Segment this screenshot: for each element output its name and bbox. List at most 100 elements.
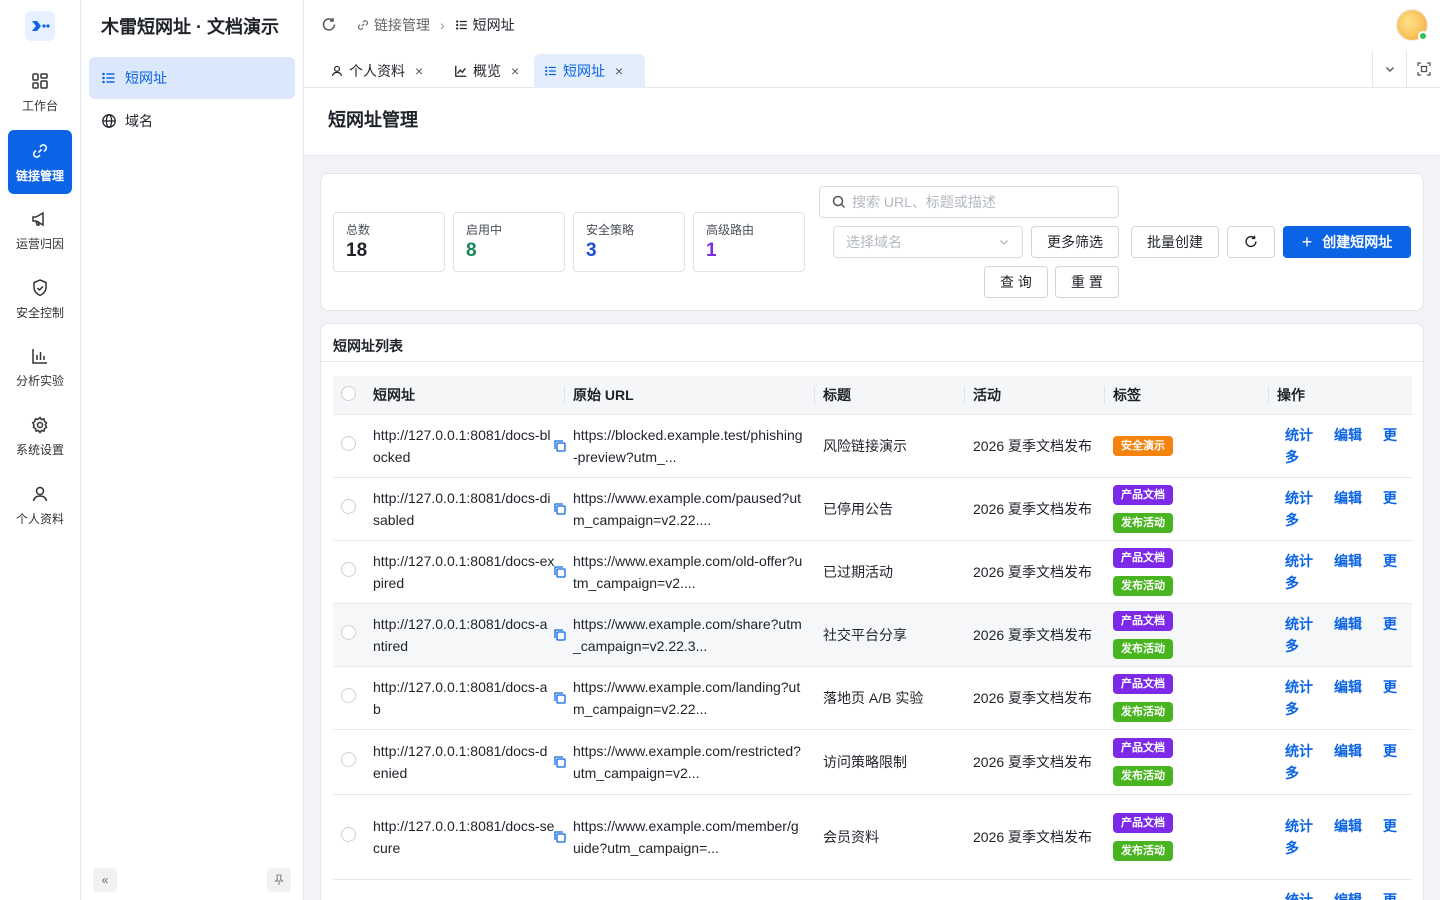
edit-link[interactable]: 编辑 [1334, 679, 1362, 695]
link-title: 访问策略限制 [823, 753, 907, 770]
short-url-cell: http://127.0.0.1:8081/docs-secure [365, 794, 565, 880]
stat-value: 1 [706, 240, 717, 261]
short-url[interactable]: http://127.0.0.1:8081/docs-denied [373, 743, 547, 781]
table-row: http://127.0.0.1:8081/docs-secure https:/… [333, 794, 1412, 880]
campaign-cell [965, 879, 1105, 900]
more-filters-button[interactable]: 更多筛选 [1031, 226, 1119, 258]
stats-link[interactable]: 统计 [1285, 743, 1313, 759]
edit-link[interactable]: 编辑 [1334, 553, 1362, 569]
short-url[interactable]: http://127.0.0.1:8081/docs-expired [373, 553, 554, 591]
select-all-checkbox[interactable] [341, 385, 356, 401]
rail-item-security[interactable]: 安全控制 [8, 267, 72, 331]
edit-link[interactable]: 编辑 [1334, 427, 1362, 443]
pin-button[interactable] [267, 868, 291, 892]
edit-link[interactable]: 编辑 [1334, 818, 1362, 834]
copy-icon[interactable] [553, 830, 567, 844]
copy-icon[interactable] [553, 691, 567, 705]
domain-select[interactable]: 选择域名 [833, 226, 1023, 258]
tags-cell: 产品文档 发布活动 [1105, 540, 1269, 604]
stats-link[interactable]: 统计 [1285, 679, 1313, 695]
chevron-down-icon [1000, 240, 1008, 245]
tab-dropdown-button[interactable] [1372, 50, 1406, 88]
row-checkbox[interactable] [341, 751, 356, 767]
table-row: http://127.0.0.1:8081/docs-antired https:… [333, 603, 1412, 667]
collapse-sidebar-button[interactable]: « [93, 868, 117, 892]
fullscreen-icon [1416, 62, 1431, 76]
copy-icon[interactable] [553, 439, 567, 453]
rail-item-analytics[interactable]: 分析实验 [8, 335, 72, 399]
chevron-down-icon [1385, 67, 1394, 72]
original-url-cell: https://www.example.com/restricted?utm_c… [554, 729, 815, 795]
reset-button[interactable]: 重 置 [1055, 266, 1119, 298]
tags-cell: 产品文档 发布活动 [1105, 666, 1269, 730]
query-button[interactable]: 查 询 [984, 266, 1048, 298]
app-logo-icon[interactable] [25, 11, 55, 41]
edit-link[interactable]: 编辑 [1334, 616, 1362, 632]
copy-icon[interactable] [553, 628, 567, 642]
tab-overview[interactable]: 概览 × [444, 54, 529, 88]
edit-link[interactable]: 编辑 [1334, 743, 1362, 759]
table-header-row: 短网址 原始 URL 标题 活动 标签 操作 [333, 376, 1412, 415]
short-url[interactable]: http://127.0.0.1:8081/docs-blocked [373, 427, 550, 465]
copy-icon[interactable] [553, 565, 567, 579]
refresh-button[interactable] [1227, 226, 1275, 258]
tab-profile[interactable]: 个人资料 × [320, 54, 433, 88]
breadcrumb-parent[interactable]: 链接管理 [356, 15, 430, 35]
rail-item-links[interactable]: 链接管理 [8, 130, 72, 194]
row-checkbox[interactable] [341, 435, 356, 451]
stats-link[interactable]: 统计 [1285, 553, 1313, 569]
close-icon[interactable]: × [415, 63, 423, 79]
rail-item-label: 链接管理 [15, 168, 64, 183]
megaphone-icon [32, 211, 44, 226]
refresh-icon[interactable] [320, 16, 338, 34]
row-checkbox[interactable] [341, 561, 356, 577]
search-input[interactable] [852, 194, 1102, 210]
sidebar-item-short-urls[interactable]: 短网址 [89, 57, 295, 99]
stats-link[interactable]: 统计 [1285, 616, 1313, 632]
link-title: 已停用公告 [823, 500, 893, 517]
breadcrumb-parent-label: 链接管理 [374, 17, 430, 33]
short-url[interactable]: http://127.0.0.1:8081/docs-antired [373, 616, 547, 654]
stats-link[interactable]: 统计 [1285, 490, 1313, 506]
column-header-label: 活动 [973, 386, 1001, 403]
short-url[interactable]: http://127.0.0.1:8081/docs-ab [373, 679, 547, 717]
stats-link[interactable]: 统计 [1285, 892, 1313, 900]
copy-icon[interactable] [553, 502, 567, 516]
tag-badge: 发布活动 [1113, 701, 1173, 722]
avatar[interactable] [1396, 9, 1428, 41]
sidebar-item-domains[interactable]: 域名 [89, 100, 295, 142]
close-icon[interactable]: × [615, 63, 623, 79]
row-select-cell [333, 414, 365, 478]
rail-item-settings[interactable]: 系统设置 [8, 404, 72, 468]
row-checkbox[interactable] [341, 624, 356, 640]
create-short-url-button[interactable]: + 创建短网址 [1283, 226, 1411, 258]
rail-item-attribution[interactable]: 运营归因 [8, 198, 72, 262]
edit-link[interactable]: 编辑 [1334, 892, 1362, 900]
actions-cell: 统计编辑更多 [1269, 603, 1412, 667]
copy-icon[interactable] [553, 755, 567, 769]
campaign-name: 2026 夏季文档发布 [973, 563, 1093, 580]
icon-rail: 工作台 链接管理 运营归因 安全控制 分析实验 系统设置 个人资料 [0, 0, 81, 900]
short-url[interactable]: http://127.0.0.1:8081/docs-disabled [373, 490, 550, 528]
rail-item-label: 工作台 [21, 98, 58, 113]
rail-item-profile[interactable]: 个人资料 [8, 473, 72, 537]
stats-link[interactable]: 统计 [1285, 427, 1313, 443]
table-body: http://127.0.0.1:8081/docs-blocked https:… [333, 414, 1412, 900]
row-select-cell [333, 603, 365, 667]
column-header-label: 短网址 [373, 386, 415, 403]
rail-item-workbench[interactable]: 工作台 [8, 60, 72, 124]
table-row: http://127.0.0.1:8081/docs-disabled https… [333, 477, 1412, 541]
batch-create-button[interactable]: 批量创建 [1131, 226, 1219, 258]
stat-label: 高级路由 [706, 223, 755, 237]
short-url[interactable]: http://127.0.0.1:8081/docs-secure [373, 818, 554, 856]
row-checkbox[interactable] [341, 826, 356, 842]
column-header-label: 标题 [823, 386, 851, 403]
close-icon[interactable]: × [511, 63, 519, 79]
fullscreen-button[interactable] [1406, 50, 1440, 88]
row-select-cell [333, 879, 365, 900]
edit-link[interactable]: 编辑 [1334, 490, 1362, 506]
row-checkbox[interactable] [341, 498, 356, 514]
row-checkbox[interactable] [341, 687, 356, 703]
tab-short-urls[interactable]: 短网址 × [534, 54, 645, 88]
stats-link[interactable]: 统计 [1285, 818, 1313, 834]
